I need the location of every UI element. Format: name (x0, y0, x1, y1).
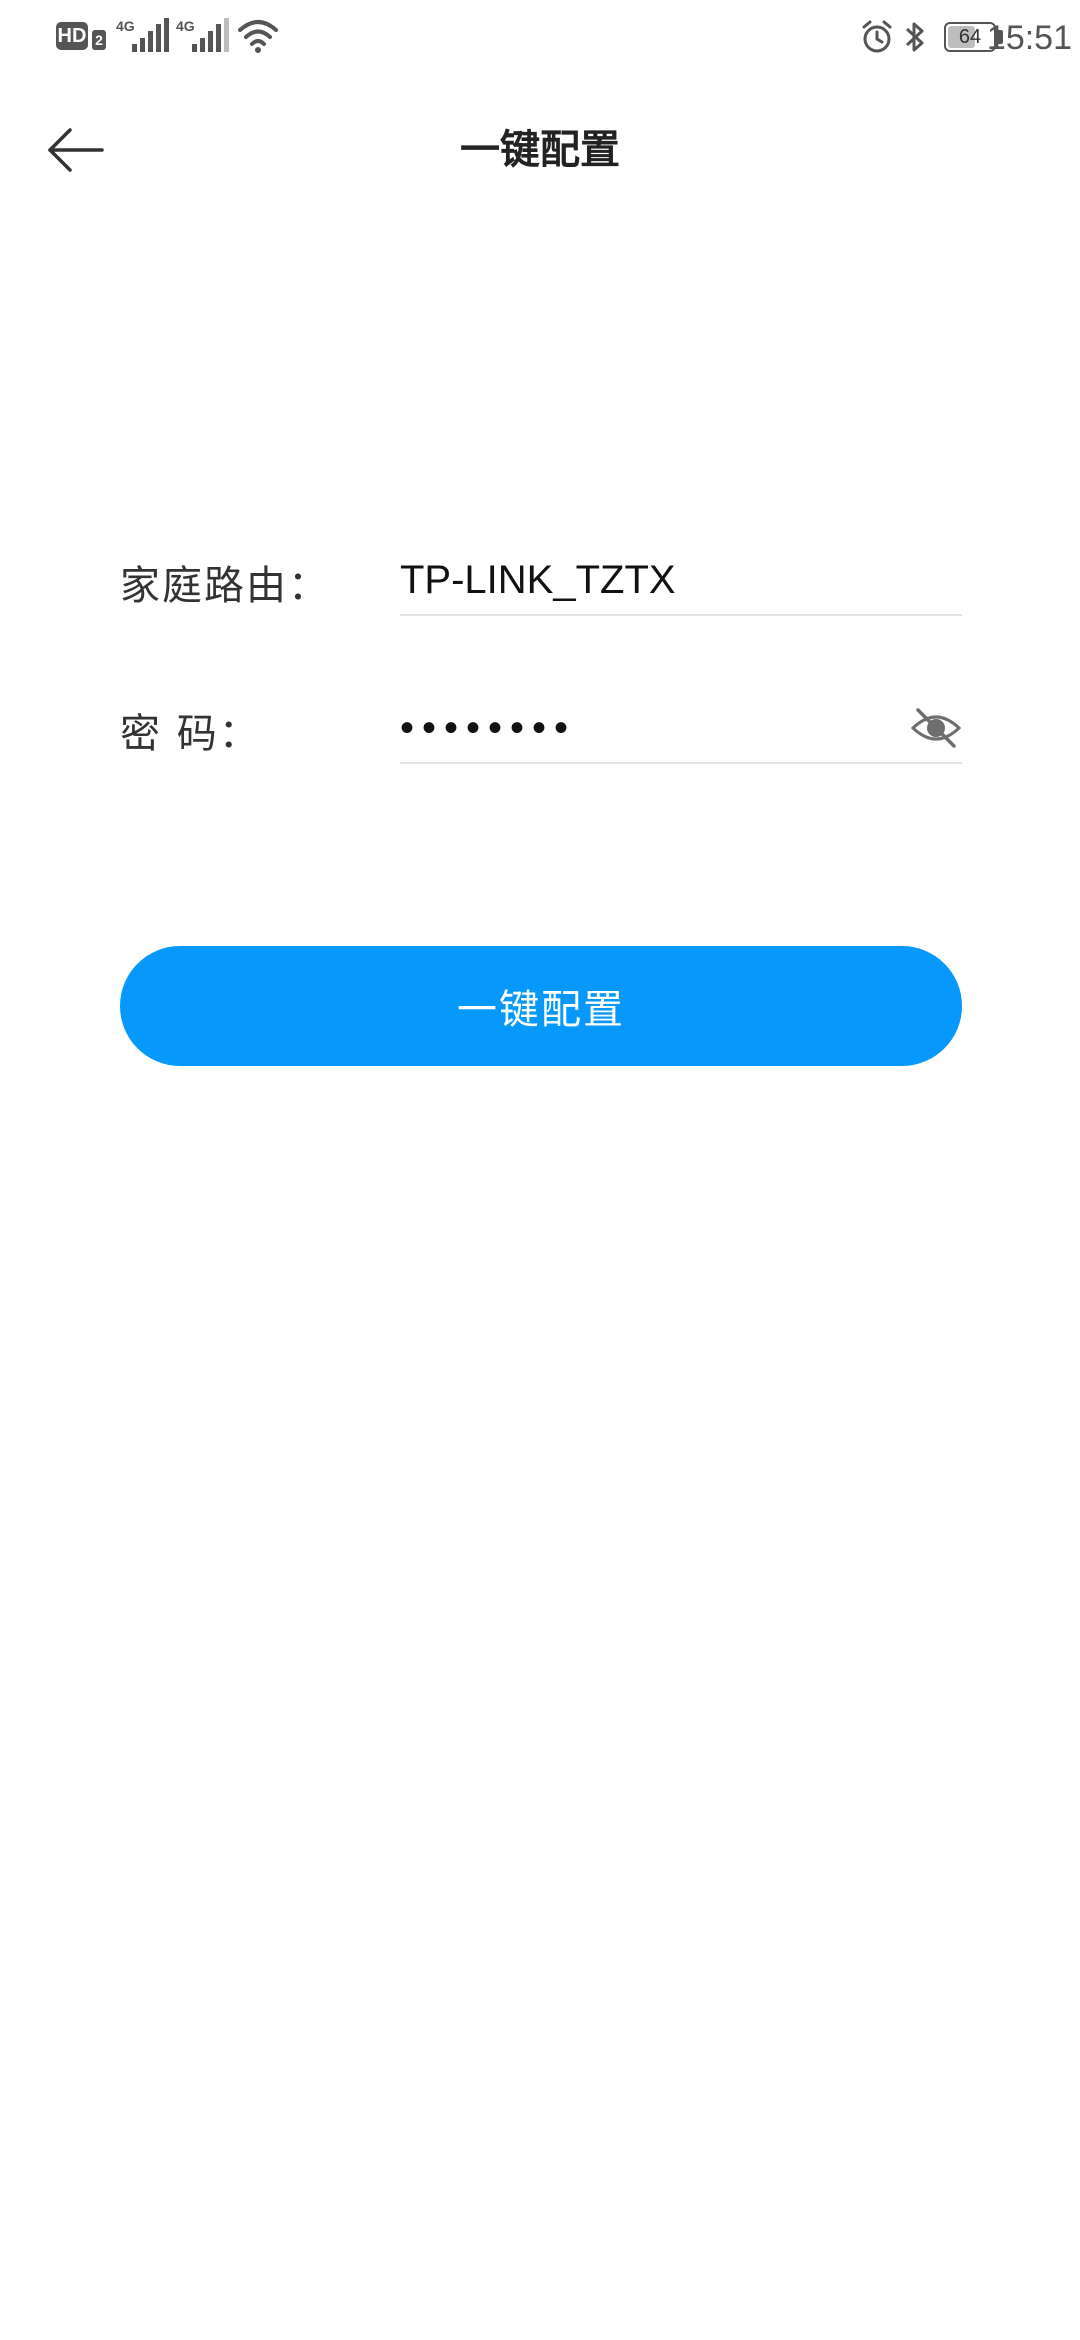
cellular-signal-2-icon: 4G (176, 18, 232, 54)
status-bar: HD 2 4G 4G 64 15:51 (0, 0, 1080, 78)
arrow-left-icon (48, 128, 104, 172)
status-time: 15:51 (986, 19, 1072, 57)
router-label: 家庭路由： (120, 563, 330, 609)
password-input[interactable] (400, 694, 900, 762)
wifi-icon (238, 20, 278, 53)
one-click-config-button[interactable]: 一键配置 (120, 946, 962, 1066)
hd-voice-icon: HD (56, 22, 88, 50)
cellular-signal-icon: 4G (116, 18, 172, 54)
bluetooth-icon (905, 22, 924, 52)
back-button[interactable] (40, 118, 112, 182)
hd-sim-number: 2 (92, 30, 106, 50)
router-field (400, 546, 962, 616)
password-row: 密 码： (120, 694, 962, 774)
password-label: 密 码： (120, 711, 261, 757)
router-row: 家庭路由： (120, 546, 962, 626)
password-visibility-toggle[interactable] (910, 704, 962, 752)
page-title: 一键配置 (460, 127, 620, 173)
router-input[interactable] (400, 546, 900, 614)
eye-off-icon (910, 708, 962, 748)
password-field (400, 694, 962, 764)
alarm-icon (862, 20, 892, 53)
